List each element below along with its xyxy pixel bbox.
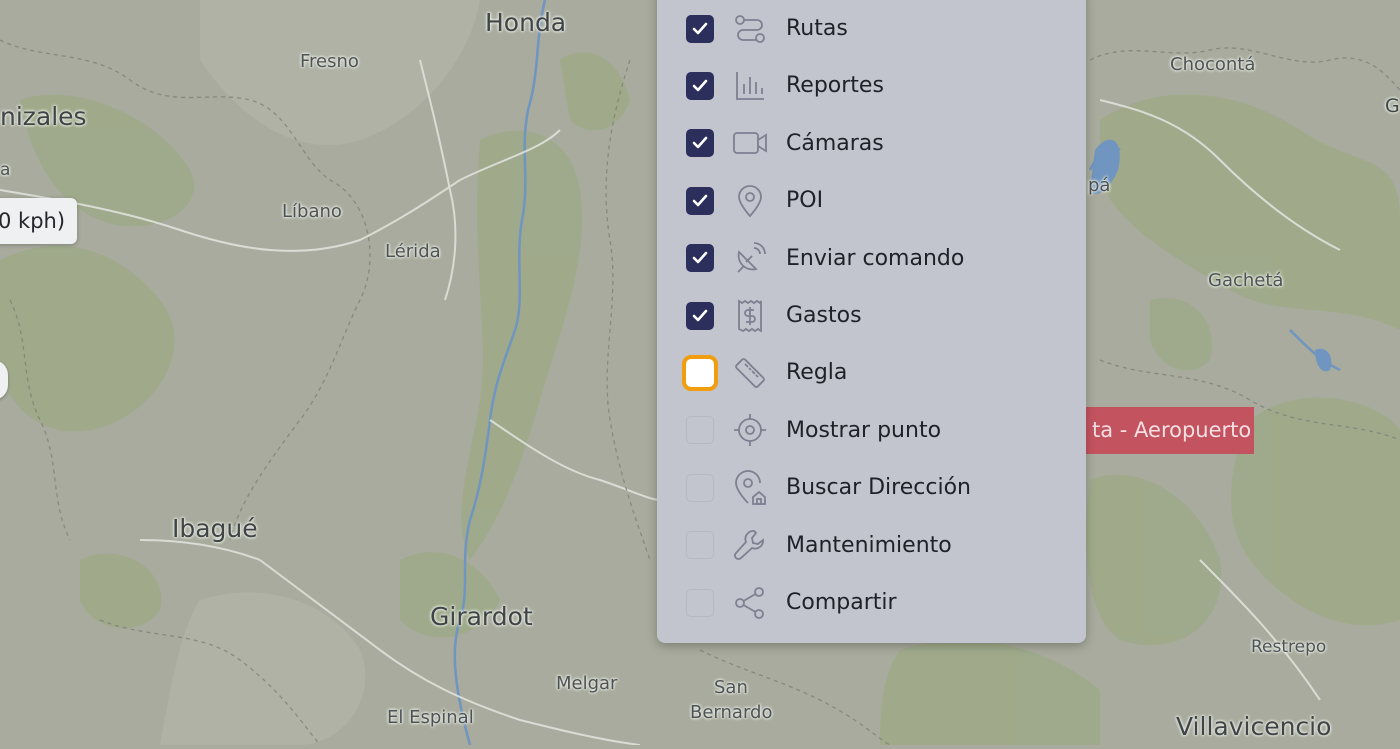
checkbox-buscar-direccion[interactable] [686,473,714,502]
menu-item-label: Gastos [786,303,862,328]
bar-chart-icon [732,68,768,104]
satellite-dish-icon [732,240,768,276]
checkbox-camaras[interactable] [686,129,714,158]
map-label-pa: pá [1088,175,1111,196]
menu-item-label: Enviar comando [786,245,965,271]
checkbox-compartir[interactable] [686,588,714,617]
map-label-bernardo: Bernardo [690,702,773,723]
checkbox-mantenimiento[interactable] [686,531,714,560]
map-label-girardot: Girardot [430,602,533,631]
menu-item-buscar-direccion[interactable]: Buscar Dirección [657,459,1086,516]
menu-item-label: Buscar Dirección [786,475,971,501]
menu-item-gastos[interactable]: Gastos [657,287,1086,344]
checkbox-gastos[interactable] [686,301,714,330]
menu-item-compartir[interactable]: Compartir [657,574,1086,631]
menu-item-label: Compartir [786,590,897,615]
menu-item-label: Regla [786,360,848,386]
map-label-manizales: nizales [0,102,87,131]
location-home-icon [732,469,768,506]
map-label-restrepo: Restrepo [1251,637,1327,657]
menu-item-label: POI [786,188,824,214]
map-label-libano: Líbano [282,201,342,222]
menu-item-reportes[interactable]: Reportes [657,57,1086,114]
menu-item-label: Reportes [786,73,884,99]
checkbox-reportes[interactable] [686,71,714,100]
receipt-dollar-icon [732,298,768,334]
map-pin-icon [732,183,768,219]
map-label-honda: Honda [485,8,567,37]
checkmark-icon [692,79,708,92]
route-icon [732,11,768,47]
checkmark-icon [692,22,708,34]
checkmark-icon [692,309,708,321]
menu-item-label: Cámaras [786,130,884,156]
map-label-ibague: Ibagué [172,514,258,543]
checkbox-enviar-comando[interactable] [686,244,714,273]
map-label-a: a [0,160,11,180]
map-label-el-espinal: El Espinal [387,707,474,728]
map-label-villavicencio: Villavicencio [1176,712,1332,741]
share-icon [732,585,768,621]
checkmark-icon [692,194,708,206]
menu-item-label: Mantenimiento [786,532,952,558]
checkbox-regla[interactable] [686,358,714,387]
map-label-fresno: Fresno [300,51,359,72]
menu-item-regla[interactable]: Regla [657,344,1086,401]
menu-item-label: Rutas [786,16,848,41]
map-label-lerida: Lérida [385,241,441,262]
geofence-label[interactable]: ta - Aeropuerto [1086,407,1254,454]
menu-item-camaras[interactable]: Cámaras [657,115,1086,172]
menu-item-rutas[interactable]: Rutas [657,0,1086,57]
menu-item-mostrar-punto[interactable]: Mostrar punto [657,402,1086,459]
map-label-g: G [1385,95,1400,117]
vehicle-speed-tooltip[interactable]: 0 kph) [0,198,77,244]
menu-item-mantenimiento[interactable]: Mantenimiento [657,517,1086,574]
map-label-gacheta: Gachetá [1208,270,1284,291]
checkmark-icon [692,136,708,149]
map-label-san: San [714,677,748,698]
checkbox-poi[interactable] [686,186,714,215]
checkbox-mostrar-punto[interactable] [686,416,714,445]
map-label-choconta: Chocontá [1170,54,1256,75]
menu-item-enviar-comando[interactable]: Enviar comando [657,230,1086,287]
menu-item-poi[interactable]: POI [657,172,1086,229]
map-label-melgar: Melgar [556,673,618,694]
checkbox-rutas[interactable] [686,14,714,43]
video-camera-icon [732,125,768,161]
toolbar-options-dropdown: Rutas Reportes Cámaras POI Enviar comando Gas… [657,0,1086,643]
menu-item-label: Mostrar punto [786,417,942,443]
crosshair-icon [732,412,768,448]
checkmark-icon [692,251,708,264]
ruler-icon [732,355,768,391]
wrench-icon [732,527,768,563]
